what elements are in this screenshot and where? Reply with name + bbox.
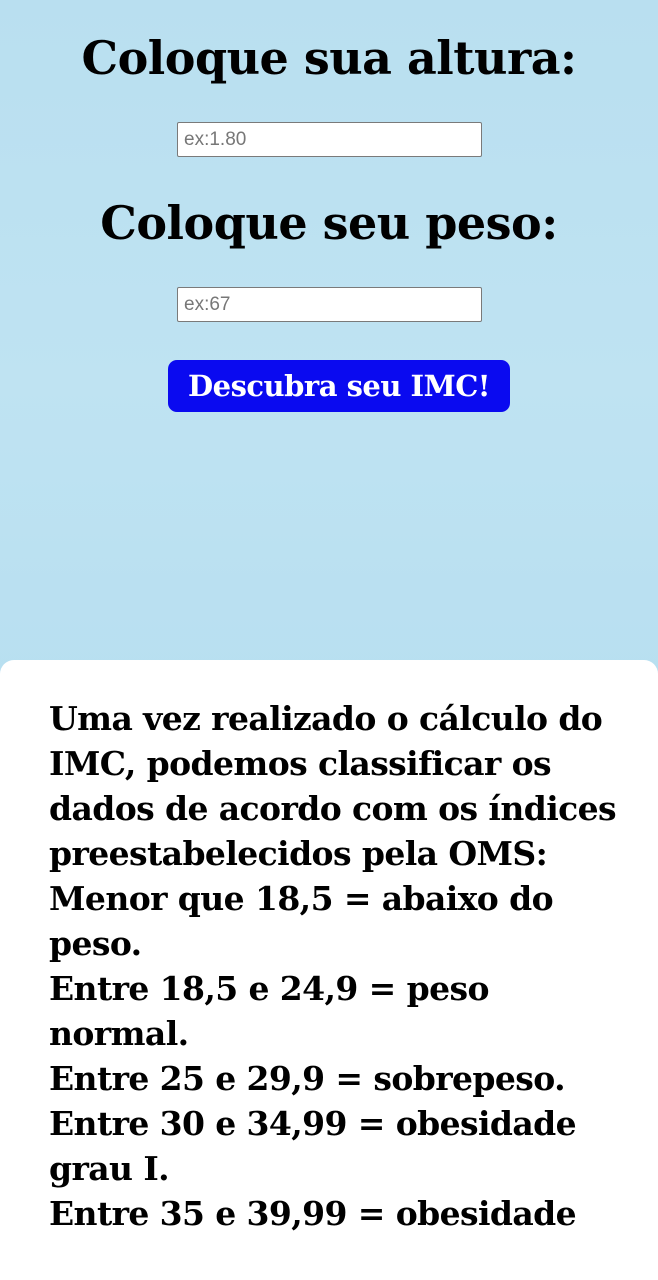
weight-input[interactable] — [177, 287, 482, 322]
height-input[interactable] — [177, 122, 482, 157]
info-card: Uma vez realizado o cálculo do IMC, pode… — [0, 660, 658, 1280]
weight-label: Coloque seu peso: — [100, 196, 558, 250]
height-label: Coloque sua altura: — [81, 31, 578, 85]
range-obesity-2: Entre 35 e 39,99 = obesidade — [49, 1194, 577, 1233]
range-underweight: Menor que 18,5 = abaixo do peso. — [49, 879, 554, 963]
imc-classification-text: Uma vez realizado o cálculo do IMC, pode… — [49, 696, 639, 1236]
range-obesity-1: Entre 30 e 34,99 = obesidade grau I. — [49, 1104, 577, 1188]
range-normal: Entre 18,5 e 24,9 = peso normal. — [49, 969, 489, 1053]
intro-paragraph: Uma vez realizado o cálculo do IMC, pode… — [49, 699, 617, 873]
range-overweight: Entre 25 e 29,9 = sobrepeso. — [49, 1059, 566, 1098]
calculate-imc-button[interactable]: Descubra seu IMC! — [168, 360, 510, 412]
